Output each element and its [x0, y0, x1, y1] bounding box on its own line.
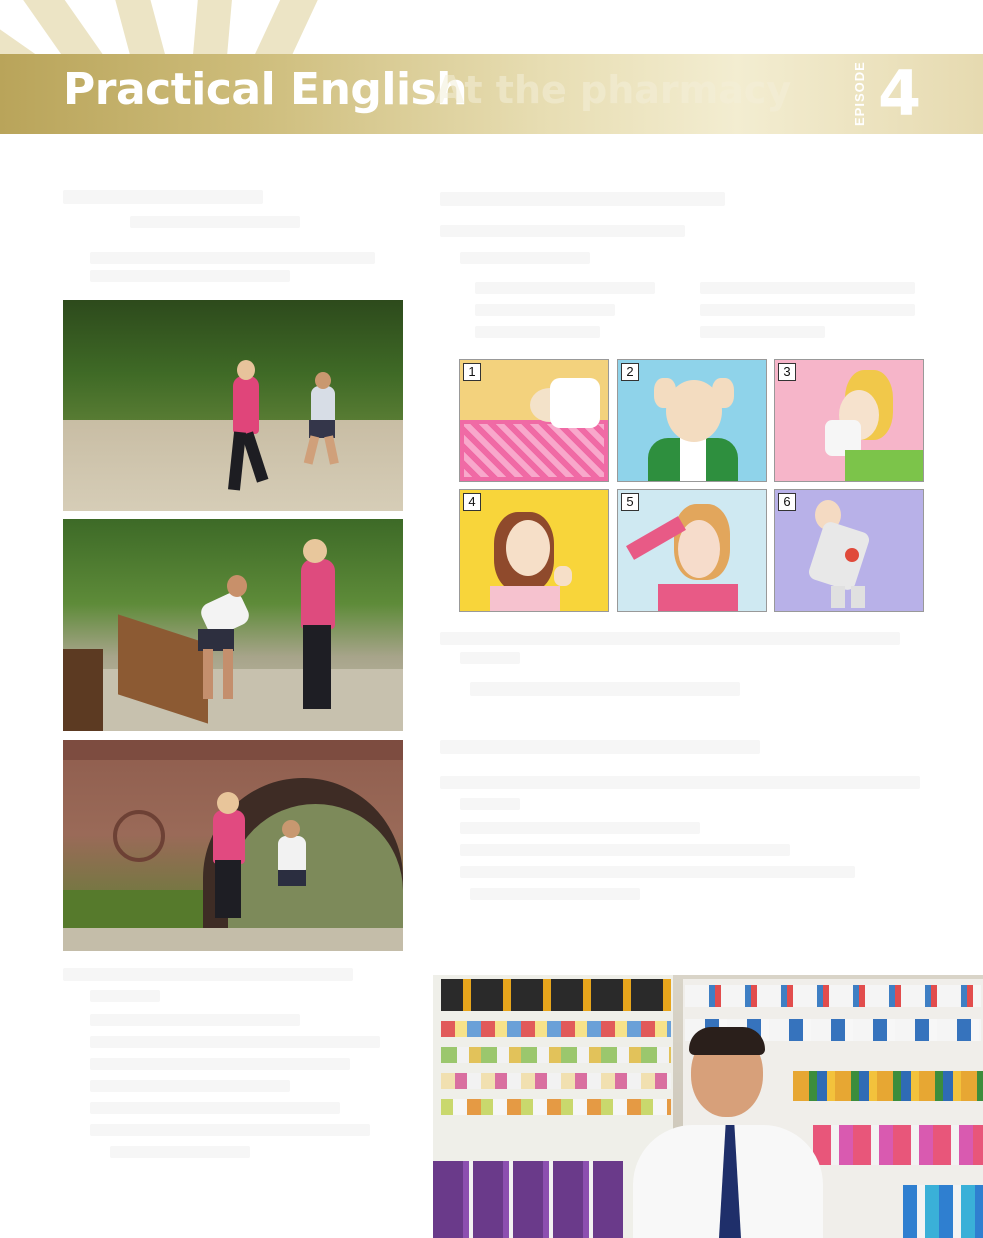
illustration-number: 6: [778, 493, 796, 511]
faint-text-block: [63, 190, 263, 204]
photo-bench-rest: [63, 519, 403, 731]
faint-text-block: [470, 682, 740, 696]
faint-text-block: [460, 652, 520, 664]
faint-text-block: [440, 192, 725, 206]
photo-pharmacist: [433, 975, 983, 1238]
faint-text-block: [90, 252, 375, 264]
faint-text-block: [440, 225, 685, 237]
illustration-number: 1: [463, 363, 481, 381]
faint-text-block: [440, 632, 900, 645]
faint-text-block: [63, 968, 353, 981]
faint-text-block: [90, 1124, 370, 1136]
illustration-2: 2: [617, 359, 767, 482]
faint-text-block: [130, 216, 300, 228]
photo-arch-tunnel: [63, 740, 403, 951]
page-banner: Practical English At the pharmacy EPISOD…: [0, 54, 983, 134]
faint-text-block: [475, 304, 615, 316]
faint-text-block: [440, 776, 920, 789]
faint-text-block: [110, 1146, 250, 1158]
faint-text-block: [700, 326, 825, 338]
faint-text-block: [90, 1036, 380, 1048]
page-title: Practical English: [63, 64, 468, 115]
faint-text-block: [90, 1058, 350, 1070]
illustration-number: 4: [463, 493, 481, 511]
faint-text-block: [460, 822, 700, 834]
faint-text-block: [470, 888, 640, 900]
faint-text-block: [90, 270, 290, 282]
faint-text-block: [700, 282, 915, 294]
faint-text-block: [460, 866, 855, 878]
faint-text-block: [460, 844, 790, 856]
illustration-3: 3: [774, 359, 924, 482]
illustration-number: 2: [621, 363, 639, 381]
illustration-6: 6: [774, 489, 924, 612]
header-rays: [0, 0, 983, 54]
faint-text-block: [90, 1102, 340, 1114]
illustration-5: 5: [617, 489, 767, 612]
page-subtitle: At the pharmacy: [435, 68, 792, 112]
illustration-number: 5: [621, 493, 639, 511]
episode-number: 4: [878, 57, 922, 130]
photo-joggers-park: [63, 300, 403, 511]
faint-text-block: [460, 252, 590, 264]
faint-text-block: [475, 326, 600, 338]
faint-text-block: [475, 282, 655, 294]
faint-text-block: [440, 740, 760, 754]
faint-text-block: [460, 798, 520, 810]
illustration-1: 1: [459, 359, 609, 482]
faint-text-block: [90, 1014, 300, 1026]
faint-text-block: [700, 304, 915, 316]
illustration-number: 3: [778, 363, 796, 381]
faint-text-block: [90, 990, 160, 1002]
faint-text-block: [90, 1080, 290, 1092]
illustration-4: 4: [459, 489, 609, 612]
